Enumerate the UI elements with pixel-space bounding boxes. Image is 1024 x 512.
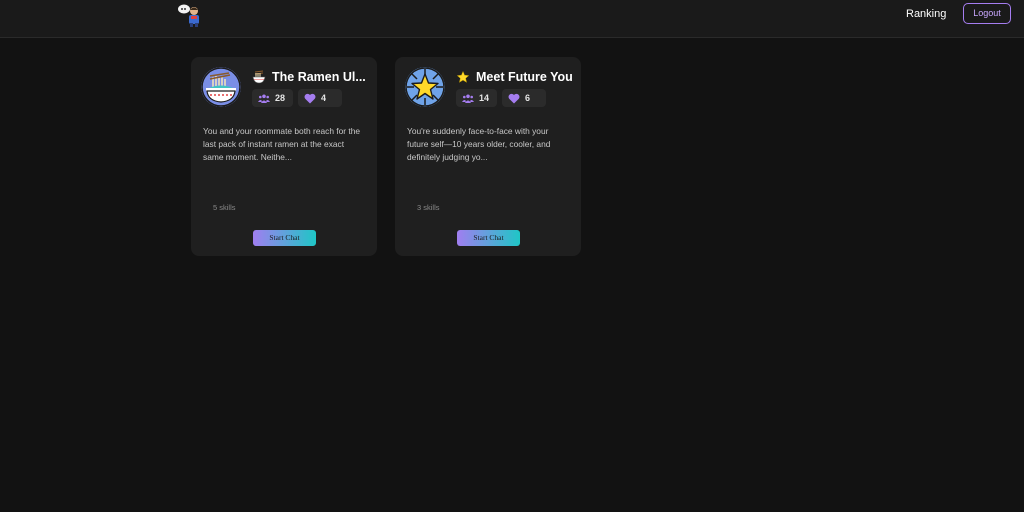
likes-count: 6 xyxy=(525,93,531,103)
card-title: Meet Future You xyxy=(476,70,573,84)
top-navbar: Ranking Logout xyxy=(0,0,1024,38)
likes-count: 4 xyxy=(321,93,327,103)
users-count: 14 xyxy=(479,93,490,103)
skills-count: 3 skills xyxy=(417,203,440,212)
users-count: 28 xyxy=(275,93,286,103)
ranking-link[interactable]: Ranking xyxy=(906,7,946,21)
users-stat: 14 xyxy=(456,89,497,107)
likes-stat: 4 xyxy=(298,89,342,107)
ramen-emoji-icon xyxy=(252,70,266,84)
ramen-bowl-icon xyxy=(201,67,241,107)
card-description: You're suddenly face-to-face with your f… xyxy=(407,126,551,162)
card-title: The Ramen Ul... xyxy=(272,70,366,84)
skills-count: 5 skills xyxy=(213,203,236,212)
start-chat-button[interactable]: Start Chat xyxy=(457,230,520,246)
scenario-card[interactable]: The Ramen Ul... 28 4 You and your roomma… xyxy=(191,57,377,256)
likes-stat: 6 xyxy=(502,89,546,107)
logout-button[interactable]: Logout xyxy=(963,3,1011,24)
card-description: You and your roommate both reach for the… xyxy=(203,126,361,162)
users-icon xyxy=(462,94,474,103)
star-emoji-icon xyxy=(456,70,470,84)
users-icon xyxy=(258,94,270,103)
users-stat: 28 xyxy=(252,89,293,107)
start-chat-button[interactable]: Start Chat xyxy=(253,230,316,246)
heart-icon xyxy=(508,93,520,103)
heart-icon xyxy=(304,93,316,103)
app-logo-icon[interactable] xyxy=(177,3,203,27)
star-icon xyxy=(405,67,445,107)
scenario-card[interactable]: Meet Future You 14 6 You're suddenly fac… xyxy=(395,57,581,256)
